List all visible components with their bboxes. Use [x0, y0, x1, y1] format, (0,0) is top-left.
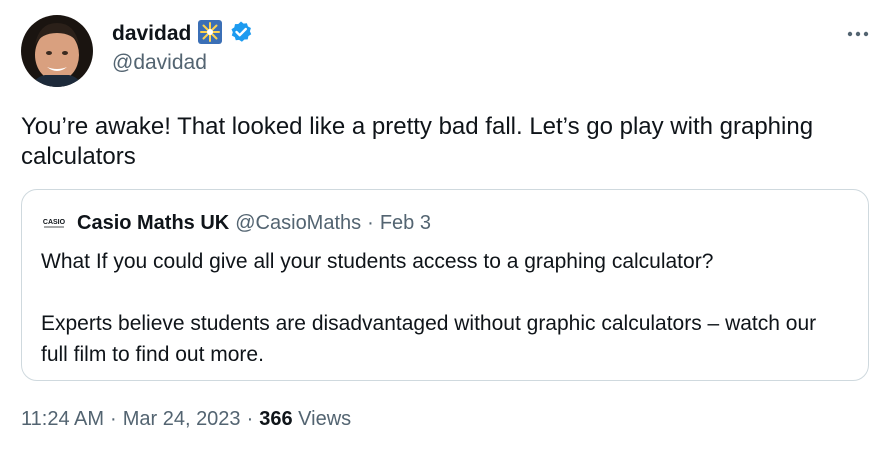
- tweet-time[interactable]: 11:24 AM: [21, 408, 104, 431]
- author-avatar-image: [21, 15, 93, 87]
- more-options-button[interactable]: [842, 20, 874, 48]
- tweet-container: davidad @davidad You’re awake! That look…: [0, 0, 886, 451]
- quoted-tweet-text: What If you could give all your students…: [41, 246, 841, 370]
- verified-badge-icon[interactable]: [229, 20, 253, 49]
- views-count: 366: [259, 408, 293, 430]
- more-dots-icon: [847, 31, 869, 37]
- quoted-paragraph-2: Experts believe students are disadvantag…: [41, 312, 817, 366]
- tweet-text: You’re awake! That looked like a pretty …: [21, 113, 820, 170]
- quoted-tweet-header: CASIO Casio Maths UK @CasioMaths · Feb 3: [41, 210, 431, 236]
- tweet-meta: 11:24 AM · Mar 24, 2023 · 366 Views: [21, 408, 351, 431]
- casio-logo-icon: CASIO: [41, 215, 67, 231]
- quoted-paragraph-1: What If you could give all your students…: [41, 250, 714, 273]
- quoted-separator: ·: [367, 211, 374, 234]
- quoted-display-name[interactable]: Casio Maths UK: [77, 212, 229, 235]
- author-avatar[interactable]: [21, 15, 93, 87]
- author-handle[interactable]: @davidad: [112, 51, 207, 75]
- quoted-handle[interactable]: @CasioMaths: [235, 212, 361, 235]
- author-display-name[interactable]: davidad: [112, 22, 191, 46]
- meta-separator: ·: [110, 408, 117, 430]
- author-name-row: davidad: [112, 19, 253, 50]
- tweet-date[interactable]: Mar 24, 2023: [123, 408, 241, 431]
- quoted-date[interactable]: Feb 3: [380, 212, 431, 235]
- meta-separator: ·: [246, 408, 254, 430]
- sparkle-emoji-icon: [197, 19, 223, 50]
- views-label: Views: [298, 408, 352, 430]
- quoted-tweet-card[interactable]: CASIO Casio Maths UK @CasioMaths · Feb 3…: [21, 189, 869, 381]
- casio-logo-text: CASIO: [43, 219, 66, 226]
- views-stat[interactable]: 366 Views: [259, 408, 351, 431]
